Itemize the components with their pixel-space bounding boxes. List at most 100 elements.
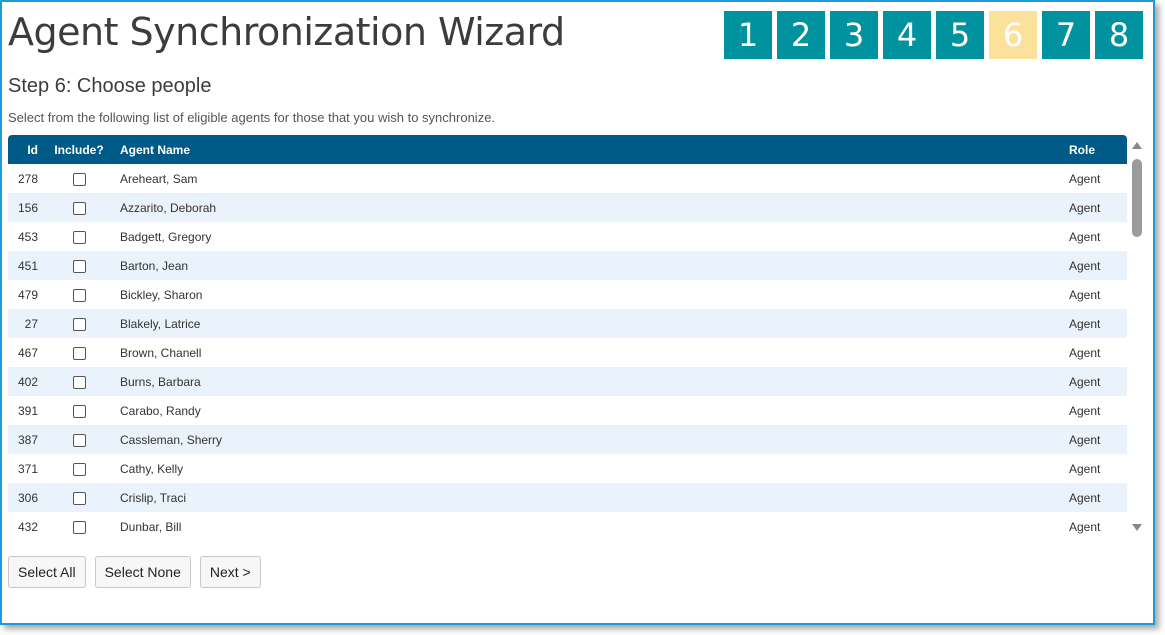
table-row[interactable]: 451 Barton, Jean Agent — [8, 251, 1127, 280]
select-none-button[interactable]: Select None — [94, 556, 191, 588]
next-button[interactable]: Next > — [199, 556, 261, 588]
agent-id: 156 — [17, 200, 38, 215]
header-role[interactable]: Role — [1069, 143, 1127, 157]
step-1-button[interactable]: 1 — [724, 11, 772, 59]
agent-role: Agent — [1069, 258, 1101, 273]
agent-name: Blakely, Latrice — [120, 316, 201, 331]
agent-role: Agent — [1069, 432, 1101, 447]
agent-role: Agent — [1069, 287, 1101, 302]
agent-name: Cathy, Kelly — [120, 461, 184, 476]
table-row[interactable]: 432 Dunbar, Bill Agent — [8, 512, 1127, 536]
scroll-thumb[interactable] — [1132, 159, 1142, 237]
table-row[interactable]: 306 Crislip, Traci Agent — [8, 483, 1127, 512]
wizard-window: Agent Synchronization Wizard 1 2 3 4 5 6… — [0, 0, 1155, 625]
select-all-button[interactable]: Select All — [8, 556, 86, 588]
include-checkbox[interactable] — [72, 317, 86, 331]
agent-name: Crislip, Traci — [120, 490, 187, 505]
include-checkbox[interactable] — [72, 404, 86, 418]
step-6-button[interactable]: 6 — [989, 11, 1037, 59]
include-cell — [38, 403, 114, 418]
table-scrollbar[interactable] — [1130, 139, 1144, 534]
agent-role: Agent — [1069, 461, 1101, 476]
include-cell — [38, 200, 114, 215]
agent-role: Agent — [1069, 229, 1101, 244]
agent-name: Badgett, Gregory — [120, 229, 212, 244]
header-agent-name[interactable]: Agent Name — [114, 143, 1069, 157]
table-row[interactable]: 391 Carabo, Randy Agent — [8, 396, 1127, 425]
agent-role: Agent — [1069, 200, 1101, 215]
include-cell — [38, 258, 114, 273]
table-row[interactable]: 402 Burns, Barbara Agent — [8, 367, 1127, 396]
table-row[interactable]: 467 Brown, Chanell Agent — [8, 338, 1127, 367]
step-8-button[interactable]: 8 — [1095, 11, 1143, 59]
table-row[interactable]: 278 Areheart, Sam Agent — [8, 164, 1127, 193]
include-checkbox[interactable] — [72, 520, 86, 534]
include-cell — [38, 519, 114, 534]
agent-id: 451 — [17, 258, 38, 273]
table-row[interactable]: 453 Badgett, Gregory Agent — [8, 222, 1127, 251]
agent-id: 371 — [17, 461, 38, 476]
agent-id: 479 — [17, 287, 38, 302]
agent-role: Agent — [1069, 403, 1101, 418]
include-checkbox[interactable] — [72, 491, 86, 505]
include-checkbox[interactable] — [72, 201, 86, 215]
scroll-down-arrow-icon[interactable] — [1132, 524, 1142, 531]
include-cell — [38, 171, 114, 186]
agent-name: Brown, Chanell — [120, 345, 202, 360]
table-row[interactable]: 479 Bickley, Sharon Agent — [8, 280, 1127, 309]
include-checkbox[interactable] — [72, 230, 86, 244]
include-cell — [38, 374, 114, 389]
agent-name: Bickley, Sharon — [120, 287, 203, 302]
agent-id: 278 — [17, 171, 38, 186]
table-header: Id Include? Agent Name Role — [8, 135, 1127, 164]
table-row[interactable]: 387 Cassleman, Sherry Agent — [8, 425, 1127, 454]
step-7-button[interactable]: 7 — [1042, 11, 1090, 59]
step-indicator: 1 2 3 4 5 6 7 8 — [724, 11, 1143, 59]
agent-role: Agent — [1069, 171, 1101, 186]
agent-name: Cassleman, Sherry — [120, 432, 223, 447]
include-checkbox[interactable] — [72, 288, 86, 302]
agent-id: 432 — [17, 519, 38, 534]
agent-role: Agent — [1069, 345, 1101, 360]
action-buttons: Select All Select None Next > — [8, 556, 261, 588]
include-checkbox[interactable] — [72, 172, 86, 186]
agent-id: 27 — [24, 316, 38, 331]
step-4-button[interactable]: 4 — [883, 11, 931, 59]
table-row[interactable]: 27 Blakely, Latrice Agent — [8, 309, 1127, 338]
include-cell — [38, 461, 114, 476]
agent-role: Agent — [1069, 519, 1101, 534]
agents-table: Id Include? Agent Name Role 278 Areheart,… — [8, 135, 1127, 536]
agent-id: 467 — [17, 345, 38, 360]
step-2-button[interactable]: 2 — [777, 11, 825, 59]
include-cell — [38, 287, 114, 302]
include-checkbox[interactable] — [72, 375, 86, 389]
header-include[interactable]: Include? — [38, 143, 114, 157]
agent-id: 387 — [17, 432, 38, 447]
include-checkbox[interactable] — [72, 259, 86, 273]
include-cell — [38, 432, 114, 447]
include-checkbox[interactable] — [72, 462, 86, 476]
scroll-up-arrow-icon[interactable] — [1132, 142, 1142, 149]
include-checkbox[interactable] — [72, 433, 86, 447]
step-description: Select from the following list of eligib… — [8, 110, 496, 125]
table-row[interactable]: 371 Cathy, Kelly Agent — [8, 454, 1127, 483]
header-id[interactable]: Id — [8, 143, 38, 157]
step-3-button[interactable]: 3 — [830, 11, 878, 59]
agent-role: Agent — [1069, 374, 1101, 389]
include-cell — [38, 490, 114, 505]
step-heading: Step 6: Choose people — [8, 75, 212, 97]
include-cell — [38, 229, 114, 244]
agent-name: Azzarito, Deborah — [120, 200, 217, 215]
step-5-button[interactable]: 5 — [936, 11, 984, 59]
table-row[interactable]: 156 Azzarito, Deborah Agent — [8, 193, 1127, 222]
agent-name: Areheart, Sam — [120, 171, 198, 186]
agent-name: Carabo, Randy — [120, 403, 201, 418]
page-title: Agent Synchronization Wizard — [8, 10, 565, 54]
agent-id: 453 — [17, 229, 38, 244]
include-checkbox[interactable] — [72, 346, 86, 360]
agent-id: 402 — [17, 374, 38, 389]
agent-name: Barton, Jean — [120, 258, 189, 273]
include-cell — [38, 316, 114, 331]
table-body: 278 Areheart, Sam Agent 156 Azzarito, Debora… — [8, 164, 1127, 536]
agent-name: Dunbar, Bill — [120, 519, 182, 534]
